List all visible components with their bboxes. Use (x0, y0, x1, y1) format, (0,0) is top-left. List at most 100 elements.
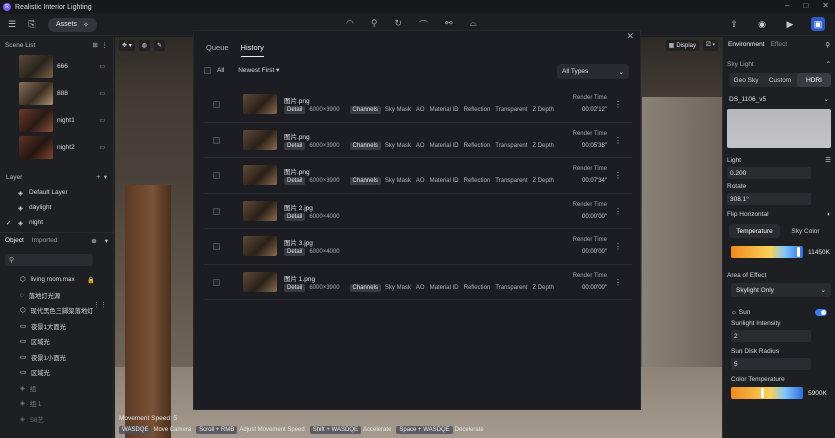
minimize-button[interactable]: – (785, 1, 789, 10)
row-checkbox[interactable] (213, 101, 220, 108)
camera-icon[interactable]: ▭ (99, 90, 105, 97)
filter-icon[interactable]: ▾ (105, 237, 108, 245)
slider-knob[interactable] (761, 388, 764, 398)
object-item[interactable]: ▭ 夜景1小面光 (0, 350, 113, 366)
hdri-preview[interactable] (727, 109, 831, 148)
more-icon[interactable]: ⋮ (614, 278, 622, 287)
slider-knob[interactable] (797, 247, 800, 257)
camera-dropdown[interactable]: ⎚ ▾ (703, 40, 718, 51)
object-item[interactable]: ⬡ 现代黑色三脚架落地灯 (0, 303, 113, 319)
detail-tag[interactable]: Detail (284, 212, 306, 221)
hdri-select[interactable]: DS_1106_v5 ⌄ (727, 93, 831, 105)
close-window-button[interactable]: ✕ (822, 1, 829, 10)
display-button[interactable]: ▦ Display (665, 40, 699, 51)
tab-sky-color[interactable]: Sky Color (780, 224, 831, 238)
light-input[interactable]: 0.200 (727, 167, 811, 179)
search-input[interactable]: ⚲ (5, 254, 93, 266)
object-item[interactable]: ◈ 组 (0, 381, 113, 397)
scene-item[interactable]: night2 ▭ (0, 134, 113, 161)
hamburger-menu-icon[interactable]: ☰ (6, 19, 18, 31)
sliders-icon[interactable]: ☰ (825, 156, 831, 164)
object-item[interactable]: ▭ 夜景1大面光 (0, 319, 113, 335)
camera-icon[interactable]: ◉ (755, 17, 769, 31)
lock-icon[interactable]: 🔒 (87, 276, 95, 284)
object-item[interactable]: ▭ 区域光 (0, 334, 113, 350)
add-layer-icon[interactable]: + (96, 174, 100, 181)
pin-icon[interactable]: ⚲ (825, 41, 830, 49)
pen-icon[interactable]: ✎ (153, 40, 165, 51)
scene-item[interactable]: night1 ▭ (0, 107, 113, 134)
tab-effect[interactable]: Effect (771, 41, 788, 48)
tab-history[interactable]: History (240, 43, 264, 57)
layer-item[interactable]: ◈ Default Layer (0, 185, 113, 200)
close-icon[interactable]: ✕ (626, 31, 634, 42)
render-thumbnail[interactable] (243, 271, 277, 292)
render-thumbnail[interactable] (243, 236, 277, 256)
render-icon[interactable]: ▣ (811, 17, 825, 31)
render-thumbnail[interactable] (243, 200, 277, 221)
render-thumbnail[interactable] (243, 165, 277, 185)
share-icon[interactable]: ⇪ (727, 17, 741, 31)
row-checkbox[interactable] (213, 278, 220, 286)
object-item[interactable]: ▭ 区域光 (0, 365, 113, 381)
add-object-icon[interactable]: ⊕ (91, 237, 96, 245)
filter-icon[interactable]: ▾ (104, 174, 107, 181)
row-checkbox[interactable] (213, 243, 220, 250)
globe-icon[interactable]: ◍ (138, 40, 150, 51)
more-icon[interactable]: ⋮ (102, 42, 109, 49)
tab-object[interactable]: Object (5, 237, 24, 244)
sort-dropdown[interactable]: Newest First ▾ (238, 66, 279, 74)
detail-tag[interactable]: Detail (284, 141, 306, 150)
hdri-option[interactable]: HDRI (797, 73, 831, 87)
select-all-checkbox[interactable] (204, 66, 211, 74)
maximize-button[interactable]: □ (803, 1, 808, 10)
tab-queue[interactable]: Queue (206, 43, 229, 57)
tab-environment[interactable]: Environment (728, 41, 765, 48)
new-file-icon[interactable]: ⎘ (26, 19, 38, 31)
geo-sky-option[interactable]: Geo Sky (729, 73, 763, 87)
add-scene-icon[interactable]: ⊞ (92, 42, 97, 49)
transform-icon[interactable]: ✥ ▾ (119, 40, 135, 51)
history-row[interactable]: 图片.png Detail 6000×3900 Channels Sky Mask AO M… (204, 158, 632, 194)
custom-option[interactable]: Custom (763, 73, 797, 87)
type-filter-select[interactable]: All Types ⌄ (557, 64, 629, 79)
render-thumbnail[interactable] (243, 94, 277, 114)
layer-item[interactable]: ✓ ◈ night (0, 215, 113, 230)
tab-imported[interactable]: Imported (32, 237, 58, 244)
render-thumbnail[interactable] (243, 129, 277, 150)
object-item[interactable]: ◈ 组 1 (0, 396, 113, 412)
sun-intensity-input[interactable]: 2 (731, 330, 811, 342)
history-row[interactable]: 图片.png Detail 6000×3900 Channels Sky Mask AO M… (204, 123, 632, 158)
camera-icon[interactable]: ▭ (99, 63, 105, 70)
more-icon[interactable]: ⋮ (614, 242, 622, 251)
disk-input[interactable]: 5 (731, 358, 811, 370)
more-icon[interactable]: ⋮ (614, 207, 622, 216)
layer-item[interactable]: ◈ daylight (0, 200, 113, 215)
object-item[interactable]: ◌ 落地灯光源 (0, 288, 113, 304)
object-item[interactable]: ⬡ living room.max 🔒 (0, 272, 113, 288)
chevron-up-icon[interactable]: ⌃ (826, 60, 831, 68)
color-temp-slider[interactable] (731, 387, 803, 399)
more-icon[interactable]: ⋮ (614, 100, 622, 109)
half-circle-icon[interactable]: ◐ (827, 211, 831, 218)
history-row[interactable]: 图片 1.png Detail 6000×3900 Channels Sky Mask A… (204, 265, 632, 300)
history-row[interactable]: 图片.png Detail 6000×3900 Channels Sky Mask AO M… (204, 87, 632, 123)
more-icon[interactable]: ⋮ (614, 171, 622, 180)
scene-item[interactable]: 888 ▭ (0, 80, 113, 107)
row-checkbox[interactable] (213, 172, 220, 179)
scene-item[interactable]: 666 ▭ (0, 53, 113, 80)
detail-tag[interactable]: Detail (284, 106, 306, 114)
camera-icon[interactable]: ▭ (99, 144, 105, 151)
video-icon[interactable]: ▶ (783, 17, 797, 31)
object-item[interactable]: ◈ S6艺 (0, 412, 113, 428)
detail-tag[interactable]: Detail (284, 283, 306, 292)
more-icon[interactable]: ⋮ (614, 136, 622, 145)
row-checkbox[interactable] (213, 207, 220, 215)
assets-button[interactable]: Assets ✧ (48, 17, 97, 32)
sun-toggle[interactable] (815, 309, 827, 316)
temperature-slider[interactable] (731, 246, 803, 258)
tab-temperature[interactable]: Temperature (729, 224, 780, 238)
area-select[interactable]: Skylight Only ⌄ (731, 283, 831, 297)
camera-icon[interactable]: ▭ (99, 117, 105, 124)
detail-tag[interactable]: Detail (284, 248, 306, 256)
